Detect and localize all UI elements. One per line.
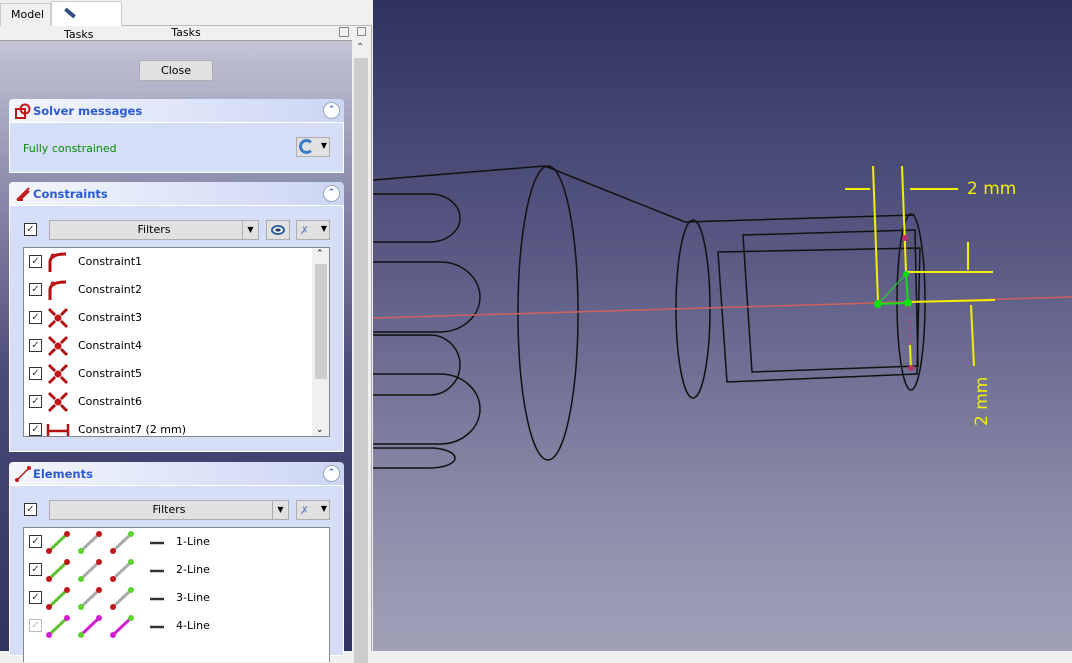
3d-viewport[interactable]: 2 mm 2 mm [372,0,1072,651]
constraint-label: Constraint1 [78,255,143,268]
constraint-row[interactable]: ✓ Constraint7 (2 mm) [24,416,314,436]
tools-icon: ✗ [300,224,310,237]
constraint-checkbox[interactable]: ✓ [29,283,42,296]
elements-filter-dropdown[interactable]: Filters ▼ [49,500,289,520]
constraint-checkbox[interactable]: ✓ [29,395,42,408]
element-row[interactable]: ✓ 4-Line [24,612,314,640]
element-line-icons[interactable] [46,614,176,640]
constraints-list-scrollbar[interactable]: ⌃ ⌄ [312,248,329,436]
element-line-icons[interactable] [46,530,176,556]
constraints-list[interactable]: ✓ Constraint1 ✓ Constraint2 ✓ Constraint3 ✓ Con… [23,247,330,437]
element-line-icons[interactable] [46,586,176,612]
chevron-down-icon: ▼ [272,501,288,519]
solver-icon [15,103,31,119]
scrollbar-thumb[interactable] [354,58,368,663]
constraint-checkbox[interactable]: ✓ [29,311,42,324]
dock-float-button[interactable] [339,27,349,37]
tools-icon: ✗ [300,504,310,517]
refresh-icon [299,139,314,154]
element-row[interactable]: ✓ 3-Line [24,584,314,612]
constraint-checkbox[interactable]: ✓ [29,255,42,268]
elements-header[interactable]: Elements ⌃ [9,462,344,486]
constraint-settings-button[interactable]: ✗ ▼ [296,220,330,240]
combo-view: Model Tasks Tasks Close Solver messages … [0,0,372,663]
scrollbar-thumb[interactable] [315,264,327,379]
refresh-options-button[interactable]: ▼ [296,137,330,157]
constraint-checkbox[interactable]: ✓ [29,339,42,352]
constraint-row[interactable]: ✓ Constraint6 [24,388,314,416]
element-checkbox[interactable]: ✓ [29,619,42,632]
collapse-icon[interactable]: ⌃ [323,102,340,119]
dock-restore-button[interactable] [357,27,366,36]
sketch-geometry: 2 mm 2 mm [372,165,1072,469]
elements-panel: Elements ⌃ ✓ Filters ▼ ✗ ▼ ✓ 1-Line ✓ 2-Line ✓… [9,462,344,662]
tab-model[interactable]: Model [0,3,51,26]
constraint-label: Constraint6 [78,395,143,408]
constraints-icon [16,187,30,201]
constraints-filter-label: Filters [137,223,171,236]
constraint-label: Constraint3 [78,311,143,324]
element-row[interactable]: ✓ 1-Line [24,528,314,556]
solver-status-text: Fully constrained [23,142,117,155]
elements-select-all-checkbox[interactable]: ✓ [24,503,37,516]
elements-title: Elements [33,467,93,481]
constraint-row[interactable]: ✓ Constraint2 [24,276,314,304]
constraint-label: Constraint7 (2 mm) [78,423,187,436]
scroll-down-icon[interactable]: ⌄ [316,425,324,435]
visibility-toggle-button[interactable] [266,220,290,240]
chevron-down-icon: ▼ [320,504,327,513]
constraint-row[interactable]: ✓ Constraint4 [24,332,314,360]
task-panel-scrollbar[interactable]: ⌃ [352,40,370,663]
collapse-icon[interactable]: ⌃ [323,185,340,202]
element-label: 2-Line [176,563,210,576]
pencil-icon [64,7,76,19]
constraint-row[interactable]: ✓ Constraint3 [24,304,314,332]
tasks-dock-title: Tasks [171,26,201,39]
constraints-filter-dropdown[interactable]: Filters ▼ [49,220,259,240]
element-line-icons[interactable] [46,558,176,584]
constraint-row[interactable]: ✓ Constraint1 [24,248,314,276]
collapse-icon[interactable]: ⌃ [323,465,340,482]
scroll-up-icon[interactable]: ⌃ [316,249,324,259]
elements-icon [15,466,31,482]
vertical-dimension-label[interactable]: 2 mm [972,377,992,426]
constraints-select-all-checkbox[interactable]: ✓ [24,223,37,236]
solver-messages-header[interactable]: Solver messages ⌃ [9,99,344,123]
task-panel: Close Solver messages ⌃ Fully constraine… [0,40,352,662]
element-label: 1-Line [176,535,210,548]
tab-model-label: Model [11,8,45,21]
chevron-down-icon: ▼ [320,224,327,233]
elements-filter-label: Filters [152,503,186,516]
element-checkbox[interactable]: ✓ [29,535,42,548]
solver-messages-title: Solver messages [33,104,143,118]
chevron-down-icon: ▼ [320,141,327,150]
element-settings-button[interactable]: ✗ ▼ [296,500,330,520]
element-checkbox[interactable]: ✓ [29,591,42,604]
close-button[interactable]: Close [139,60,213,81]
tab-tasks[interactable]: Tasks [51,1,122,41]
constraint-label: Constraint2 [78,283,143,296]
horizontal-dimension-label[interactable]: 2 mm [967,179,1016,199]
constraint-label: Constraint5 [78,367,143,380]
tab-bar: Model Tasks [0,0,372,41]
constraint-checkbox[interactable]: ✓ [29,423,42,436]
elements-list[interactable]: ✓ 1-Line ✓ 2-Line ✓ 3-Line ✓ 4-Line [23,527,330,662]
constraint-label: Constraint4 [78,339,143,352]
element-checkbox[interactable]: ✓ [29,563,42,576]
element-label: 4-Line [176,619,210,632]
chevron-down-icon: ▼ [242,221,258,239]
eye-icon [271,225,285,235]
constraint-checkbox[interactable]: ✓ [29,367,42,380]
element-row[interactable]: ✓ 2-Line [24,556,314,584]
constraints-title: Constraints [33,187,108,201]
solver-messages-panel: Solver messages ⌃ Fully constrained ▼ [9,99,344,173]
constraints-panel: Constraints ⌃ ✓ Filters ▼ ✗ ▼ ✓ Constraint1… [9,182,344,452]
element-label: 3-Line [176,591,210,604]
constraint-row[interactable]: ✓ Constraint5 [24,360,314,388]
constraints-header[interactable]: Constraints ⌃ [9,182,344,206]
scroll-up-icon[interactable]: ⌃ [356,42,364,53]
